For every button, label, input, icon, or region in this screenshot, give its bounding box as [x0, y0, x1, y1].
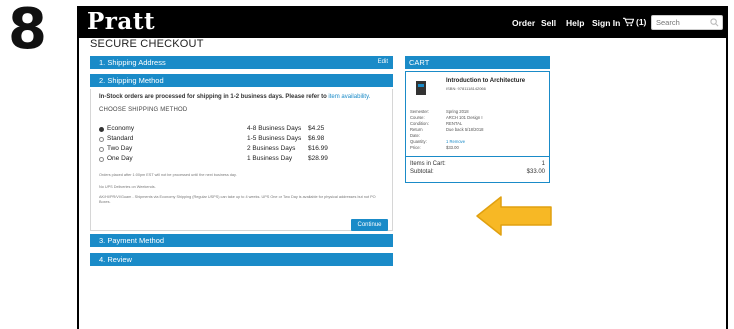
shipping-option-one-day[interactable]: One Day 1 Business Day $28.99 — [99, 155, 389, 165]
nav-order[interactable]: Order — [512, 17, 535, 29]
section-label: 4. Review — [99, 255, 132, 264]
shipping-method-heading: CHOOSE SHIPPING METHOD — [99, 107, 188, 113]
remote-shipping-note: AK/HI/PR/VI/Guam - Shipments via Economy… — [99, 195, 376, 204]
processing-notice-text: In-Stock orders are processed for shippi… — [99, 94, 327, 100]
summary-value: $33.00 — [526, 169, 545, 175]
cart-panel: Introduction to Architecture ISBN: 97811… — [405, 71, 550, 183]
summary-label: Items in Cart: — [410, 161, 446, 167]
cutoff-note: Orders placed after 1:00pm EST will not … — [99, 173, 237, 177]
item-availability-link[interactable]: item availability. — [328, 94, 370, 100]
book-isbn: ISBN: 9781118142066 — [446, 86, 486, 91]
detail-value: Due back 5/18/2018 — [446, 127, 484, 132]
option-price: $16.99 — [308, 145, 328, 152]
option-name: One Day — [107, 155, 133, 162]
nav-help[interactable]: Help — [566, 17, 584, 29]
summary-label: Subtotal: — [410, 169, 434, 175]
continue-button[interactable]: Continue — [351, 219, 388, 231]
cart-count: (1) — [636, 17, 647, 27]
page-title: SECURE CHECKOUT — [90, 38, 204, 50]
shipping-option-standard[interactable]: Standard 1-5 Business Days $6.98 — [99, 135, 389, 145]
option-price: $6.98 — [308, 135, 325, 142]
radio-unselected[interactable] — [99, 147, 104, 152]
nav-sell[interactable]: Sell — [541, 17, 556, 29]
option-days: 1-5 Business Days — [247, 135, 302, 142]
shipping-option-economy[interactable]: Economy 4-8 Business Days $4.25 — [99, 125, 389, 135]
radio-selected[interactable] — [99, 127, 104, 132]
book-title: Introduction to Architecture — [446, 78, 526, 84]
edit-link[interactable]: Edit — [378, 56, 388, 69]
radio-unselected[interactable] — [99, 137, 104, 142]
option-price: $28.99 — [308, 155, 328, 162]
tutorial-stage: 8 Pratt Order Sell Help Sign In (1) SECU… — [0, 0, 734, 329]
section-review[interactable]: 4. Review — [90, 253, 393, 266]
subtotal-row: Subtotal: $33.00 — [410, 169, 545, 175]
section-label: 3. Payment Method — [99, 236, 165, 245]
detail-key: Price: — [410, 145, 421, 150]
section-payment-method[interactable]: 3. Payment Method — [90, 234, 393, 247]
option-name: Standard — [107, 135, 134, 142]
section-label: 1. Shipping Address — [99, 58, 166, 67]
cart-divider — [406, 156, 549, 157]
radio-unselected[interactable] — [99, 157, 104, 162]
items-in-cart-row: Items in Cart: 1 — [410, 161, 545, 167]
summary-value: 1 — [541, 161, 545, 167]
processing-notice: In-Stock orders are processed for shippi… — [99, 94, 370, 100]
section-shipping-method[interactable]: 2. Shipping Method — [90, 74, 393, 87]
nav-sign-in[interactable]: Sign In — [592, 17, 620, 29]
option-days: 4-8 Business Days — [247, 125, 302, 132]
pratt-logo[interactable]: Pratt — [87, 9, 155, 35]
step-number: 8 — [8, 0, 47, 62]
cart-heading: CART — [405, 56, 550, 69]
section-label: 2. Shipping Method — [99, 76, 164, 85]
section-shipping-address[interactable]: 1. Shipping Address Edit — [90, 56, 393, 69]
shipping-method-panel: In-Stock orders are processed for shippi… — [90, 89, 393, 231]
option-days: 2 Business Days — [247, 145, 296, 152]
detail-value: $33.00 — [446, 145, 459, 150]
option-days: 1 Business Day — [247, 155, 293, 162]
weekend-note: No UPS Deliveries on Weekends. — [99, 185, 156, 189]
shipping-option-two-day[interactable]: Two Day 2 Business Days $16.99 — [99, 145, 389, 155]
book-thumbnail — [416, 81, 426, 95]
search-icon[interactable] — [710, 18, 719, 27]
top-navigation-bar: Pratt Order Sell Help Sign In (1) — [79, 8, 726, 38]
cart-icon — [623, 17, 634, 27]
option-name: Economy — [107, 125, 135, 132]
option-price: $4.25 — [308, 125, 325, 132]
cart-link[interactable]: (1) — [623, 16, 646, 28]
pointer-arrow-icon — [476, 196, 552, 236]
option-name: Two Day — [107, 145, 133, 152]
